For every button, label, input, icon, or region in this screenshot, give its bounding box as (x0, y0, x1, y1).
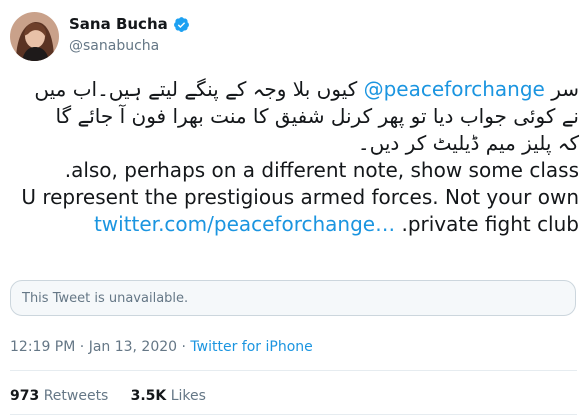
quoted-tweet-unavailable: This Tweet is unavailable. (10, 280, 576, 316)
retweets-stat[interactable]: 973 Retweets (10, 388, 108, 404)
author-name-row[interactable]: Sana Bucha (69, 14, 190, 34)
tweet-line5-text: U represent the prestigious armed forces… (21, 185, 579, 209)
tweet-stats: 973 Retweets 3.5K Likes (10, 388, 206, 404)
avatar[interactable] (10, 12, 59, 61)
avatar-image (10, 12, 59, 61)
author-name[interactable]: Sana Bucha (69, 14, 168, 34)
tweet-date[interactable]: Jan 13, 2020 (89, 339, 177, 355)
retweets-label: Retweets (43, 388, 109, 404)
divider (10, 414, 577, 415)
author-block[interactable]: Sana Bucha @sanabucha (69, 14, 190, 56)
tweet-line4-text: .also, perhaps on a different note, show… (64, 158, 579, 182)
likes-label: Likes (170, 388, 206, 404)
tweet-line-4: .also, perhaps on a different note, show… (8, 157, 579, 184)
tweet-line-5: U represent the prestigious armed forces… (8, 184, 579, 211)
divider (10, 370, 577, 371)
tweet-text: سر @peaceforchange کیوں بلا وجہ کے پنگے … (8, 76, 579, 238)
tweet-time[interactable]: 12:19 PM (10, 339, 75, 355)
verified-badge-icon (173, 16, 189, 32)
shortened-url-link[interactable]: twitter.com/peaceforchange… (94, 212, 395, 236)
meta-separator: · (79, 339, 85, 355)
tweet-line1-post: کیوں بلا وجہ کے پنگے لیتے ہیں۔اب میں (34, 77, 358, 101)
mention-link[interactable]: @peaceforchange (364, 77, 545, 101)
retweets-count: 973 (10, 388, 40, 404)
meta-separator: · (181, 339, 186, 355)
tweet-line-2: نے کوئی جواب دیا تو پھر کرنل شفیق کا منت… (55, 104, 579, 128)
tweet-source-link[interactable]: Twitter for iPhone (190, 339, 312, 355)
likes-stat[interactable]: 3.5K Likes (131, 388, 206, 404)
author-handle[interactable]: @sanabucha (69, 36, 190, 56)
likes-count: 3.5K (130, 388, 167, 404)
tweet-line6-text: .private fight club (401, 212, 579, 236)
tweet-line-6: .private fight club twitter.com/peacefor… (8, 211, 579, 238)
tweet-line-3: کہ پلیز میم ڈیلیٹ کر دیں۔ (357, 131, 579, 155)
tweet-line1-pre: سر (551, 77, 579, 101)
tweet-meta: 12:19 PM · Jan 13, 2020 · Twitter for iP… (10, 339, 313, 355)
tweet-line-1: سر @peaceforchange کیوں بلا وجہ کے پنگے … (8, 76, 579, 103)
unavailable-text: This Tweet is unavailable. (22, 290, 189, 306)
